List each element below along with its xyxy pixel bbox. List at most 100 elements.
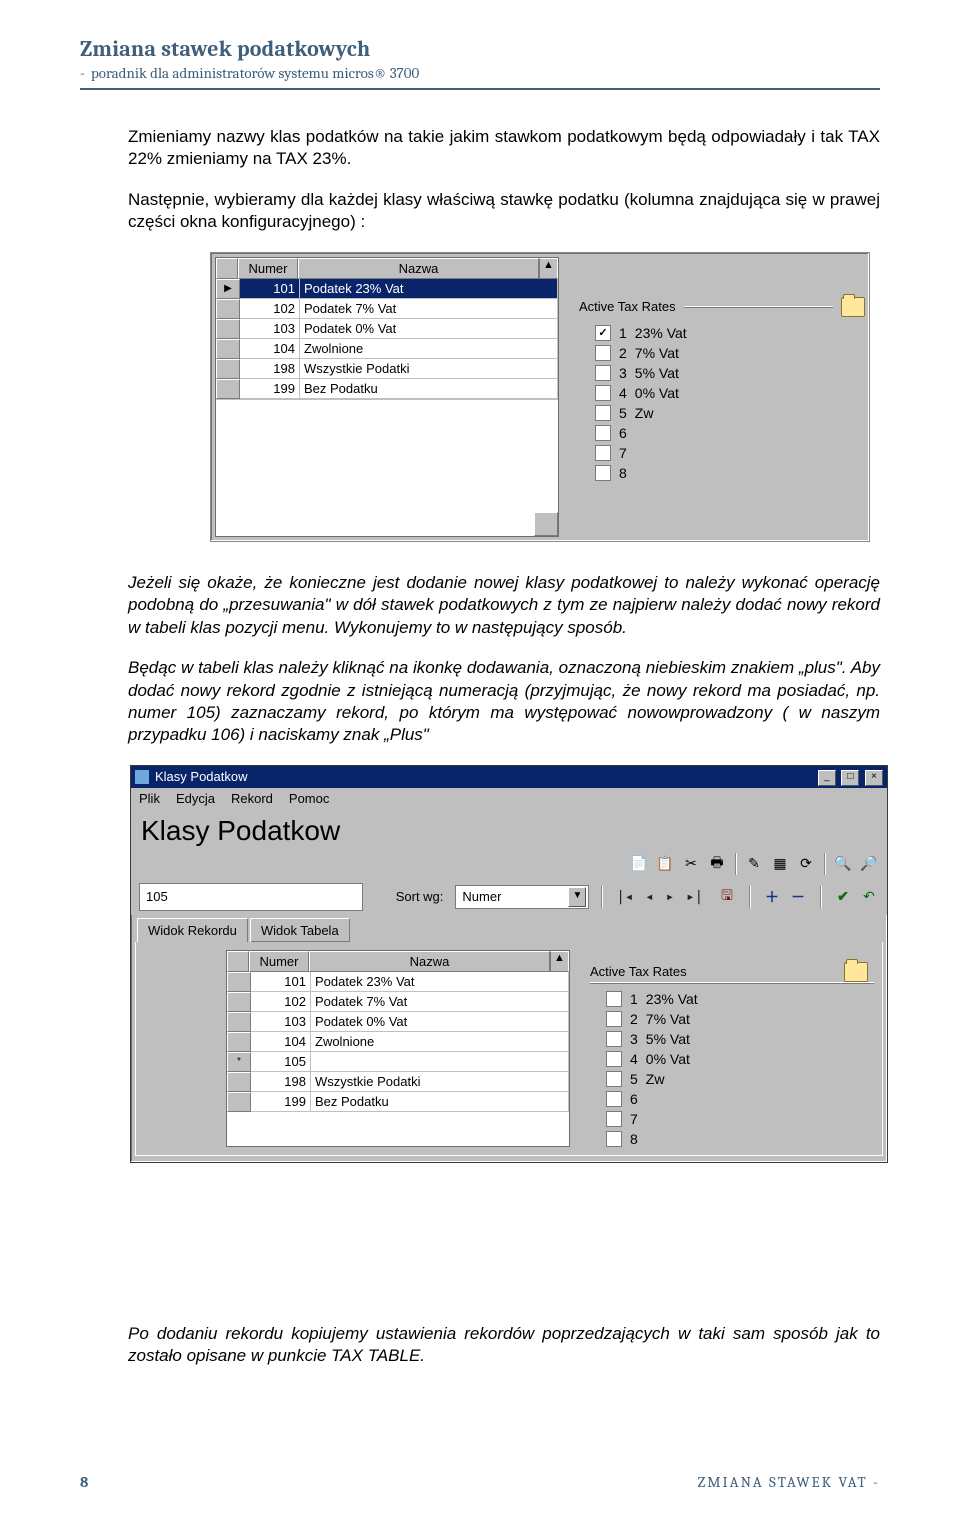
checkbox[interactable] <box>606 1091 622 1107</box>
checkbox[interactable] <box>606 1131 622 1147</box>
delete-record-icon[interactable]: － <box>788 887 808 907</box>
checkbox[interactable] <box>595 445 611 461</box>
close-icon[interactable]: × <box>865 770 883 786</box>
checkbox[interactable] <box>595 325 611 341</box>
print-icon[interactable]: 🖶 <box>707 854 727 874</box>
edit-icon[interactable]: ✎ <box>744 854 764 874</box>
checkbox[interactable] <box>595 405 611 421</box>
tax-rate-row[interactable]: 8 <box>590 1127 874 1147</box>
table-row[interactable]: 103Podatek 0% Vat <box>227 1012 569 1032</box>
table-row[interactable]: ▶101Podatek 23% Vat <box>216 279 558 299</box>
checkbox[interactable] <box>595 345 611 361</box>
nav-prev-icon[interactable]: ◂ <box>643 889 655 905</box>
find-icon[interactable]: 🔍 <box>833 854 853 874</box>
folder-icon[interactable] <box>841 297 865 317</box>
maximize-icon[interactable]: □ <box>841 770 859 786</box>
col-numer[interactable]: Numer <box>249 951 309 972</box>
grid-icon[interactable]: ▦ <box>770 854 790 874</box>
tax-rate-row[interactable]: 6 <box>579 421 865 441</box>
checkbox[interactable] <box>595 425 611 441</box>
table-row[interactable]: 198Wszystkie Podatki <box>227 1072 569 1092</box>
cut-icon[interactable]: ✂ <box>681 854 701 874</box>
table-row[interactable]: *105 <box>227 1052 569 1072</box>
paragraph-2: Następnie, wybieramy dla każdej klasy wł… <box>128 189 880 234</box>
record-number-input[interactable] <box>139 883 363 911</box>
sort-combo[interactable]: Numer ▼ <box>455 885 589 909</box>
checkbox[interactable] <box>606 1031 622 1047</box>
tax-rate-row[interactable]: 123% Vat <box>579 321 865 341</box>
table-row[interactable]: 199Bez Podatku <box>227 1092 569 1112</box>
checkbox[interactable] <box>606 1011 622 1027</box>
tax-class-grid-2[interactable]: Numer Nazwa ▲ 101Podatek 23% Vat102Podat… <box>226 950 570 1147</box>
tax-rate-row[interactable]: 35% Vat <box>579 361 865 381</box>
commit-icon[interactable]: ✔ <box>833 887 853 907</box>
tax-rate-row[interactable]: 7 <box>579 441 865 461</box>
nav-last-icon[interactable]: ▸| <box>684 889 705 905</box>
col-nazwa[interactable]: Nazwa <box>298 258 539 279</box>
rollback-icon[interactable]: ↶ <box>859 887 879 907</box>
rate-number: 8 <box>619 465 627 481</box>
window-titlebar[interactable]: Klasy Podatkow _ □ × <box>131 766 887 788</box>
menu-rekord[interactable]: Rekord <box>231 791 273 806</box>
tax-rate-row[interactable]: 8 <box>579 461 865 481</box>
nav-next-icon[interactable]: ▸ <box>664 889 676 905</box>
app-icon <box>135 770 149 784</box>
table-row[interactable]: 103Podatek 0% Vat <box>216 319 558 339</box>
tax-rate-row[interactable]: 6 <box>590 1087 874 1107</box>
chevron-down-icon[interactable]: ▼ <box>568 887 586 907</box>
scroll-up-icon[interactable]: ▲ <box>539 258 558 279</box>
checkbox[interactable] <box>595 365 611 381</box>
tax-rate-row[interactable]: 27% Vat <box>590 1007 874 1027</box>
col-numer[interactable]: Numer <box>238 258 298 279</box>
checkbox[interactable] <box>595 465 611 481</box>
checkbox[interactable] <box>606 1071 622 1087</box>
table-row[interactable]: 102Podatek 7% Vat <box>227 992 569 1012</box>
copy-icon[interactable]: 📄 <box>629 854 649 874</box>
rate-number: 4 <box>619 385 627 401</box>
tax-rate-row[interactable]: 5Zw <box>590 1067 874 1087</box>
table-row[interactable]: 104Zwolnione <box>227 1032 569 1052</box>
table-row[interactable]: 101Podatek 23% Vat <box>227 972 569 992</box>
cell-nazwa: Wszystkie Podatki <box>311 1072 569 1092</box>
checkbox[interactable] <box>606 991 622 1007</box>
paste-icon[interactable]: 📋 <box>655 854 675 874</box>
save-icon[interactable]: 🖫 <box>717 887 737 907</box>
tax-rate-row[interactable]: 5Zw <box>579 401 865 421</box>
nav-first-icon[interactable]: |◂ <box>614 889 635 905</box>
tab-widok-rekordu[interactable]: Widok Rekordu <box>137 918 248 942</box>
table-row[interactable]: 198Wszystkie Podatki <box>216 359 558 379</box>
folder-icon[interactable] <box>844 962 868 982</box>
menu-pomoc[interactable]: Pomoc <box>289 791 329 806</box>
page-title: Klasy Podatkow <box>131 809 887 849</box>
tax-rate-row[interactable]: 27% Vat <box>579 341 865 361</box>
table-row[interactable]: 199Bez Podatku <box>216 379 558 399</box>
menu-edycja[interactable]: Edycja <box>176 791 215 806</box>
checkbox[interactable] <box>606 1111 622 1127</box>
tax-rate-row[interactable]: 7 <box>590 1107 874 1127</box>
find-next-icon[interactable]: 🔎 <box>859 854 879 874</box>
rate-number: 4 <box>630 1051 638 1067</box>
tax-rate-row[interactable]: 40% Vat <box>590 1047 874 1067</box>
refresh-icon[interactable]: ⟳ <box>796 854 816 874</box>
cell-numer: 199 <box>251 1092 311 1112</box>
menu-plik[interactable]: Plik <box>139 791 160 806</box>
scroll-up-icon[interactable]: ▲ <box>550 951 569 972</box>
tax-rate-row[interactable]: 123% Vat <box>590 987 874 1007</box>
col-nazwa[interactable]: Nazwa <box>309 951 550 972</box>
tab-widok-tabela[interactable]: Widok Tabela <box>250 918 350 942</box>
tax-class-grid[interactable]: Numer Nazwa ▲ ▶101Podatek 23% Vat102Poda… <box>215 257 559 537</box>
scroll-thumb[interactable] <box>534 512 558 536</box>
tax-rate-row[interactable]: 40% Vat <box>579 381 865 401</box>
cell-nazwa: Bez Podatku <box>311 1092 569 1112</box>
row-marker-icon <box>227 1092 251 1112</box>
view-tabs: Widok Rekordu Widok Tabela <box>131 915 887 942</box>
checkbox[interactable] <box>595 385 611 401</box>
rate-label: Zw <box>635 405 654 421</box>
table-row[interactable]: 104Zwolnione <box>216 339 558 359</box>
tax-rate-row[interactable]: 35% Vat <box>590 1027 874 1047</box>
add-record-icon[interactable]: ＋ <box>762 887 782 907</box>
minimize-icon[interactable]: _ <box>818 770 836 786</box>
table-row[interactable]: 102Podatek 7% Vat <box>216 299 558 319</box>
screenshot-app-window: Klasy Podatkow _ □ × Plik Edycja Rekord … <box>130 765 888 1163</box>
checkbox[interactable] <box>606 1051 622 1067</box>
